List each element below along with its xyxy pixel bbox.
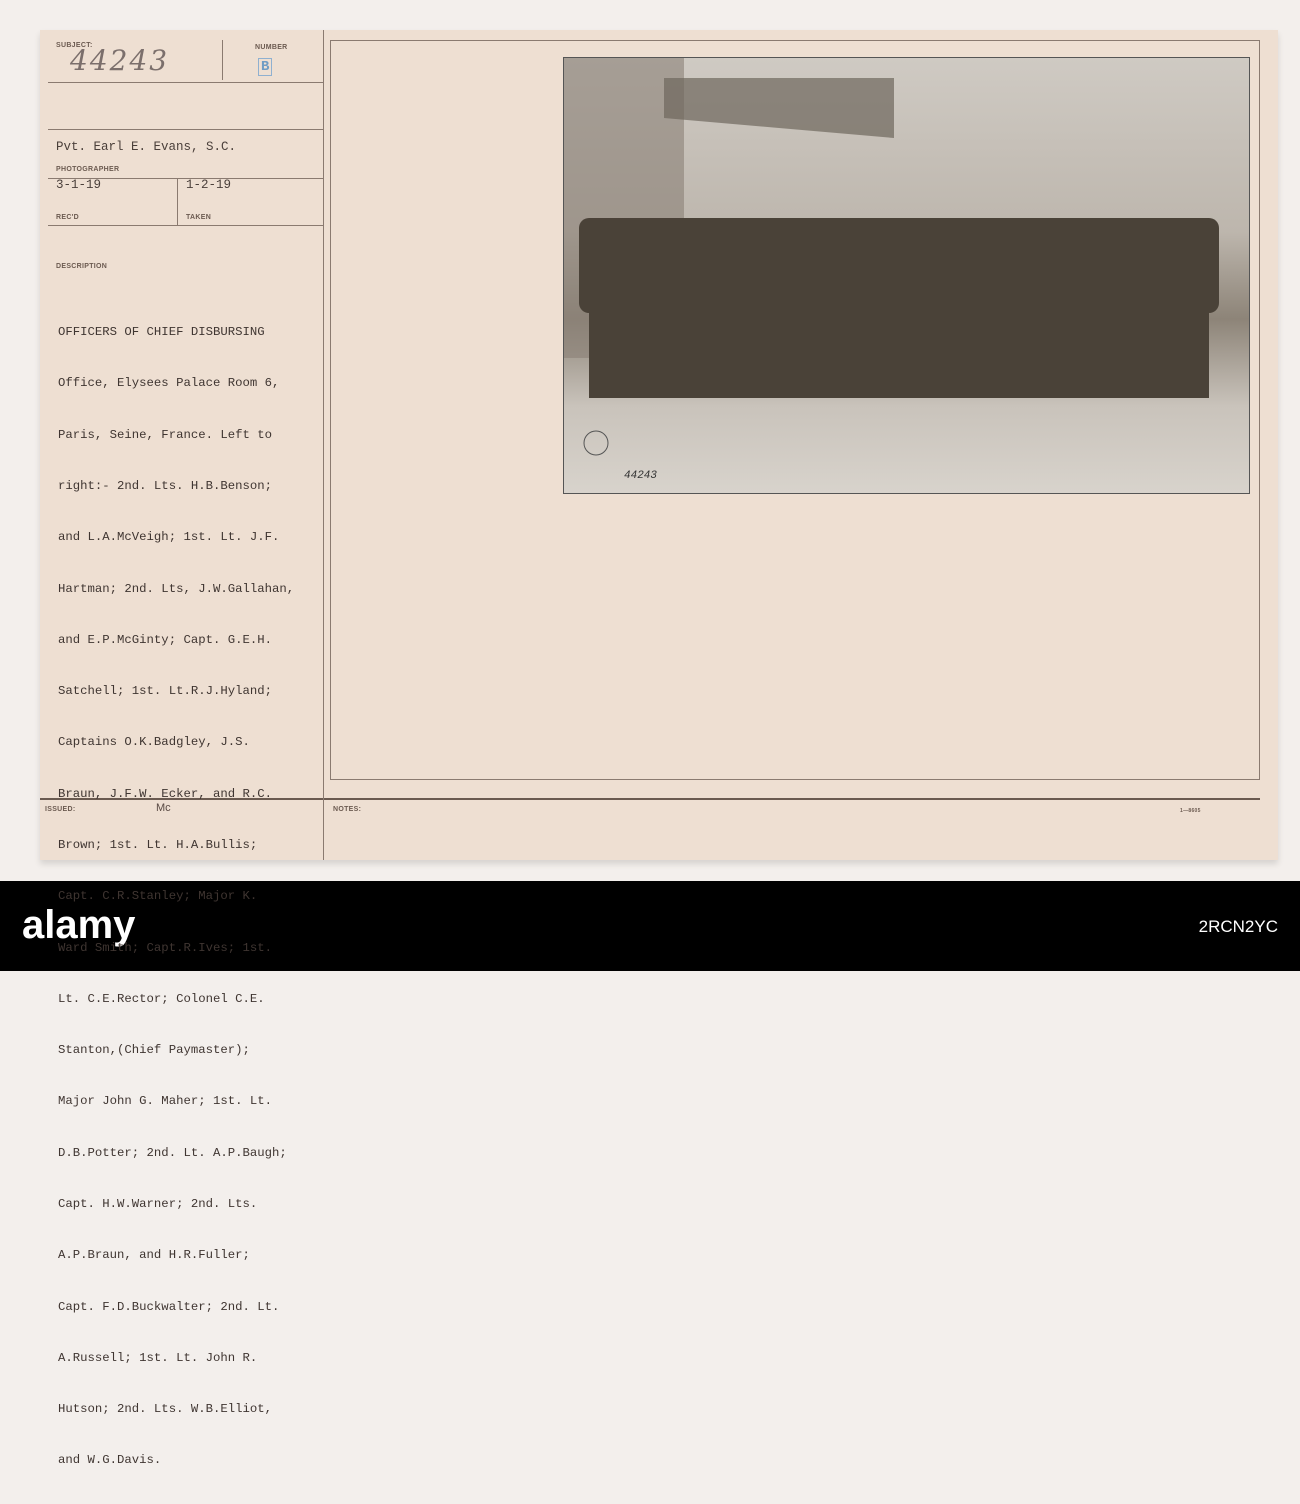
description-line: Office, Elysees Palace Room 6, — [58, 376, 280, 391]
image-id: 2RCN2YC — [1198, 917, 1278, 936]
archive-card: SUBJECT: 44243 NUMBER B Pvt. Earl E. Eva… — [40, 30, 1278, 1467]
description-line: A.P.Braun, and H.R.Fuller; — [58, 1248, 250, 1263]
description-line: Captains O.K.Badgley, J.S. — [58, 735, 250, 750]
description-line: A.Russell; 1st. Lt. John R. — [58, 1350, 258, 1365]
description-line: Major John G. Maher; 1st. Lt. — [58, 1094, 273, 1109]
description-line: Capt. H.W.Warner; 2nd. Lts. — [58, 1196, 258, 1211]
description-line: OFFICERS OF CHIEF DISBURSING — [58, 325, 265, 340]
recd-value: 3-1-19 — [56, 178, 102, 192]
number-label: NUMBER — [255, 44, 288, 51]
divider — [48, 225, 323, 226]
photographer-label: PHOTOGRAPHER — [56, 166, 120, 173]
signal-corps-stamp-icon — [583, 430, 609, 456]
description-line: Hartman; 2nd. Lts, J.W.Gallahan, — [58, 581, 295, 596]
description-line: D.B.Potter; 2nd. Lt. A.P.Baugh; — [58, 1145, 287, 1160]
description-line: Ward Smith; Capt.R.Ives; 1st. — [58, 940, 273, 955]
photographer-value: Pvt. Earl E. Evans, S.C. — [56, 140, 237, 154]
divider — [48, 129, 323, 130]
divider — [177, 178, 178, 225]
group-photograph: 44243 — [563, 57, 1250, 494]
description-line: Capt. C.R.Stanley; Major K. — [58, 889, 258, 904]
description-line: Paris, Seine, France. Left to — [58, 427, 273, 442]
soldiers-silhouette: 44243 — [564, 58, 1219, 482]
divider — [222, 40, 223, 80]
description-line: and L.A.McVeigh; 1st. Lt. J.F. — [58, 530, 280, 545]
description-line: Braun, J.F.W. Ecker, and R.C. — [58, 786, 273, 801]
description-line: Stanton,(Chief Paymaster); — [58, 1043, 250, 1058]
description-line: Hutson; 2nd. Lts. W.B.Elliot, — [58, 1402, 273, 1417]
description-text: OFFICERS OF CHIEF DISBURSING Office, Ely… — [58, 290, 320, 1504]
description-line: and E.P.McGinty; Capt. G.E.H. — [58, 632, 273, 647]
photo-number: 44243 — [624, 470, 657, 482]
description-line: Lt. C.E.Rector; Colonel C.E. — [58, 991, 265, 1006]
taken-label: TAKEN — [186, 214, 212, 221]
description-line: and W.G.Davis. — [58, 1453, 162, 1468]
number-stamp: B — [258, 58, 273, 76]
recd-label: REC'D — [56, 214, 79, 221]
notes-label: NOTES: — [333, 806, 362, 813]
form-number: 1—8605 — [1180, 808, 1201, 814]
description-label: DESCRIPTION — [56, 263, 108, 270]
description-line: right:- 2nd. Lts. H.B.Benson; — [58, 479, 273, 494]
subject-value: 44243 — [70, 44, 170, 77]
divider — [48, 82, 323, 83]
divider — [323, 30, 324, 860]
description-line: Capt. F.D.Buckwalter; 2nd. Lt. — [58, 1299, 280, 1314]
description-line: Brown; 1st. Lt. H.A.Bullis; — [58, 838, 258, 852]
description-line: Satchell; 1st. Lt.R.J.Hyland; — [58, 684, 273, 699]
taken-value: 1-2-19 — [186, 178, 232, 192]
